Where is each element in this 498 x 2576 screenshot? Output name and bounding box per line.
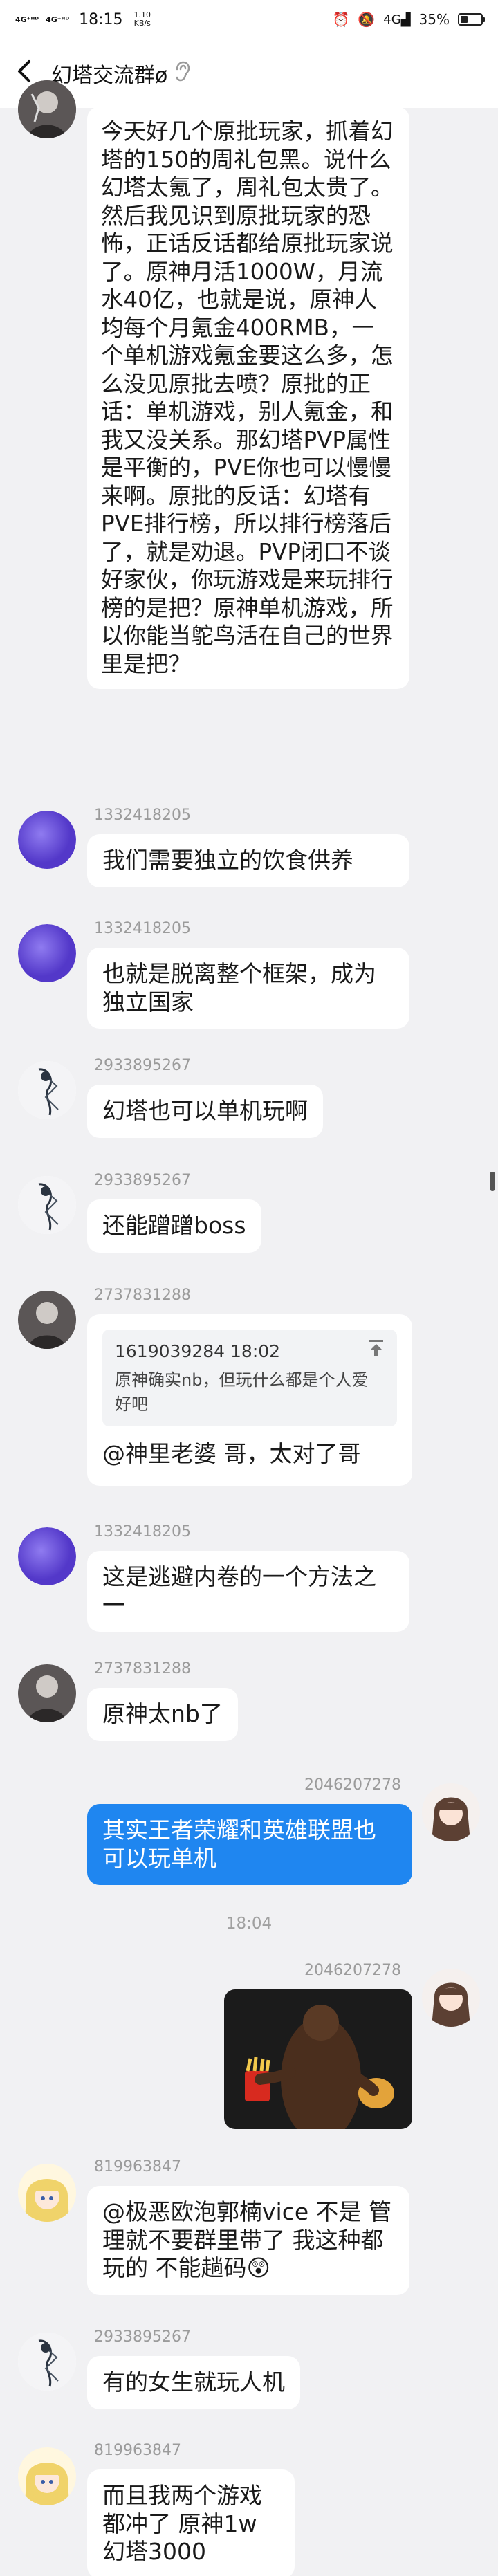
battery-text: 35%: [418, 11, 450, 28]
speed-unit: KB/s: [133, 19, 151, 28]
message-bubble[interactable]: 今天好几个原批玩家，抓着幻塔的150的周礼包黑。说什么幻塔太氪了，周礼包太贵了。…: [87, 107, 409, 689]
battery-icon: [458, 13, 485, 26]
message-bubble[interactable]: @极恶欧泡郭楠vice 不是 管理就不要群里带了 我这种都玩的 不能趟码😲: [87, 2186, 409, 2295]
network-speed: 1.10 KB/s: [133, 10, 151, 28]
message-text: 今天好几个原批玩家，抓着幻塔的150的周礼包黑。说什么幻塔太氪了，周礼包太贵了。…: [101, 118, 394, 677]
message-text: 幻塔也可以单机玩啊: [102, 1097, 308, 1124]
sender-id[interactable]: 2046207278: [304, 1962, 401, 1979]
sender-id[interactable]: 2046207278: [304, 1776, 401, 1794]
avatar[interactable]: [18, 1291, 76, 1349]
message-text: 其实王者荣耀和英雄联盟也可以玩单机: [102, 1816, 376, 1872]
message-text: @神里老婆 哥，太对了哥: [102, 1439, 361, 1467]
message-text: 原神太nb了: [102, 1700, 223, 1727]
message-bubble[interactable]: 其实王者荣耀和英雄联盟也可以玩单机: [87, 1804, 412, 1886]
sender-id[interactable]: 2933895267: [94, 1057, 191, 1074]
message-bubble[interactable]: 原神太nb了: [87, 1688, 238, 1741]
sender-id[interactable]: 1332418205: [94, 920, 191, 937]
status-left: 4G⁺ᴴᴰ 4G⁺ᴴᴰ 18:15 1.10 KB/s: [15, 10, 151, 28]
jump-to-quote-icon[interactable]: [368, 1339, 385, 1365]
clock: 18:15: [79, 10, 123, 28]
avatar[interactable]: [18, 1527, 76, 1585]
message-bubble[interactable]: 还能蹭蹭boss: [87, 1199, 261, 1253]
message-bubble[interactable]: 而且我两个游戏都冲了 原神1w 幻塔3000: [87, 2469, 295, 2576]
group-title[interactable]: 幻塔交流群ø: [51, 58, 167, 89]
sender-id[interactable]: 2933895267: [94, 1172, 191, 1189]
sender-id[interactable]: 2737831288: [94, 1287, 191, 1304]
message-bubble[interactable]: 我们需要独立的饮食供养: [87, 834, 409, 887]
image-bubble[interactable]: [224, 1989, 412, 2129]
avatar[interactable]: [18, 2447, 76, 2505]
avatar[interactable]: [18, 1176, 76, 1234]
back-arrow-icon: [18, 60, 30, 82]
battery-fill: [461, 16, 468, 23]
status-bar: 4G⁺ᴴᴰ 4G⁺ᴴᴰ 18:15 1.10 KB/s ⏰ 🔕 4G▟ 35%: [0, 0, 498, 39]
avatar[interactable]: [18, 1061, 76, 1119]
chat-area[interactable]: 今天好几个原批玩家，抓着幻塔的150的周礼包黑。说什么幻塔太氪了，周礼包太贵了。…: [0, 80, 498, 2576]
message-text: 也就是脱离整个框架，成为独立国家: [102, 960, 376, 1015]
4g-signal-icon: 4G▟: [383, 12, 411, 27]
message-text: 有的女生就玩人机: [102, 2368, 285, 2395]
chat-header: 幻塔交流群ø: [0, 39, 498, 108]
sender-id[interactable]: 819963847: [94, 2158, 181, 2175]
quote-header: 1619039284 18:02: [115, 1341, 281, 1361]
sender-id[interactable]: 1332418205: [94, 807, 191, 824]
silent-icon: 🔕: [358, 11, 376, 28]
timestamp: 18:04: [225, 1915, 273, 1933]
message-bubble[interactable]: 有的女生就玩人机: [87, 2356, 300, 2409]
speed-value: 1.10: [133, 10, 151, 19]
avatar[interactable]: [18, 2333, 76, 2391]
message-bubble[interactable]: 这是逃避内卷的一个方法之一: [87, 1551, 409, 1632]
signal-1-icon: 4G⁺ᴴᴰ: [15, 15, 39, 24]
alarm-icon: ⏰: [332, 11, 350, 28]
message-text: 而且我两个游戏都冲了 原神1w 幻塔3000: [102, 2482, 262, 2566]
sender-id[interactable]: 2933895267: [94, 2328, 191, 2346]
avatar[interactable]: [18, 80, 76, 138]
scroll-handle[interactable]: [490, 1172, 495, 1191]
quote-text: 原神确实nb，但玩什么都是个人爱好吧: [115, 1370, 369, 1415]
sender-id[interactable]: 2737831288: [94, 1660, 191, 1677]
message-bubble[interactable]: 幻塔也可以单机玩啊: [87, 1085, 323, 1138]
message-text: @极恶欧泡郭楠vice 不是 管理就不要群里带了 我这种都玩的 不能趟码😲: [102, 2198, 392, 2282]
ear-icon: [174, 61, 190, 86]
avatar[interactable]: [18, 811, 76, 869]
quoted-reply[interactable]: 1619039284 18:02 原神确实nb，但玩什么都是个人爱好吧: [102, 1330, 397, 1426]
avatar[interactable]: [18, 1664, 76, 1722]
message-bubble[interactable]: 1619039284 18:02 原神确实nb，但玩什么都是个人爱好吧 @神里老…: [87, 1314, 412, 1487]
signal-2-icon: 4G⁺ᴴᴰ: [46, 15, 70, 24]
avatar[interactable]: [422, 1969, 480, 2027]
meme-photo[interactable]: [224, 1989, 412, 2129]
avatar[interactable]: [18, 924, 76, 982]
avatar[interactable]: [422, 1783, 480, 1841]
message-bubble[interactable]: 也就是脱离整个框架，成为独立国家: [87, 948, 409, 1029]
status-right: ⏰ 🔕 4G▟ 35%: [332, 11, 485, 28]
sender-id[interactable]: 819963847: [94, 2442, 181, 2459]
message-text: 这是逃避内卷的一个方法之一: [102, 1563, 376, 1619]
sender-id[interactable]: 1332418205: [94, 1523, 191, 1540]
avatar[interactable]: [18, 2164, 76, 2222]
message-text: 还能蹭蹭boss: [102, 1212, 246, 1239]
message-text: 我们需要独立的饮食供养: [102, 847, 353, 874]
